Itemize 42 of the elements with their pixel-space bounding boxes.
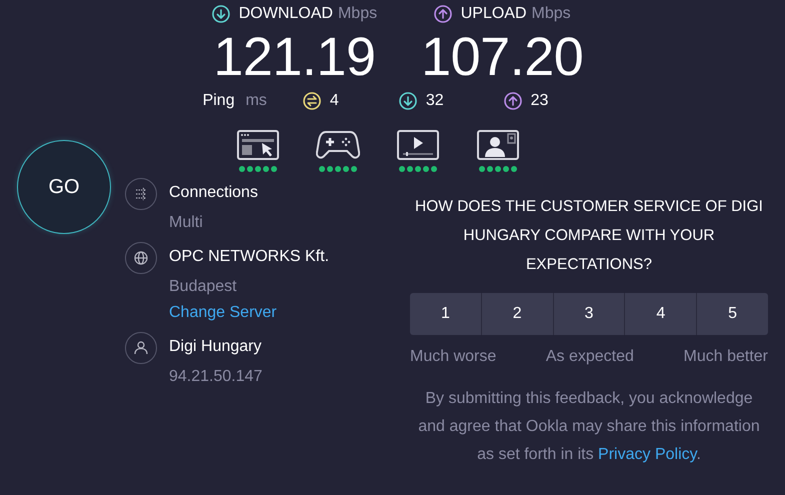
rating-option[interactable]: 4: [624, 293, 696, 335]
video-call-icon: [476, 130, 518, 160]
person-icon: [125, 332, 158, 365]
download-ping-icon: [398, 92, 417, 110]
rating-option[interactable]: 2: [480, 293, 553, 335]
survey-question: HOW DOES THE CUSTOMER SERVICE OF DIGI HUNGARY COMPARE WITH YOUR EXPECTATIONS?: [414, 197, 764, 275]
upload-ping-icon: [504, 92, 522, 110]
download-label: DOWNLOAD: [238, 5, 333, 23]
ping-value: 4: [330, 92, 339, 110]
go-button[interactable]: GO: [17, 140, 111, 234]
feedback-disclaimer: By submitting this feedback, you acknowledge and agree that Ookla may share this information as set forth in its Privacy Policy.: [417, 389, 761, 465]
scale-label: Much better: [684, 348, 768, 366]
rating-option[interactable]: 3: [552, 293, 624, 335]
privacy-policy-link[interactable]: Privacy Policy: [598, 446, 696, 463]
info-title: Digi Hungary: [169, 338, 262, 356]
rating-option[interactable]: 1: [410, 293, 481, 335]
info-subtitle: Budapest: [169, 278, 238, 296]
download-speed: 121.19: [213, 26, 376, 88]
download-icon: [212, 5, 230, 23]
arrows-icon: [125, 178, 158, 211]
ping-label: Ping: [202, 92, 235, 110]
browser-cursor-icon: [236, 130, 278, 160]
upload-label: UPLOAD: [460, 5, 527, 23]
scale-label: Much worse: [410, 348, 496, 366]
rating-option[interactable]: 5: [696, 293, 768, 335]
upload-icon: [434, 5, 452, 23]
change-server-link[interactable]: Change Server: [169, 304, 330, 322]
scale-label: As expected: [546, 348, 634, 366]
upload-unit: Mbps: [532, 5, 571, 23]
download-unit: Mbps: [338, 5, 378, 23]
video-player-icon: [396, 130, 438, 160]
ping-value: 23: [530, 92, 548, 110]
info-subtitle: 94.21.50.147: [169, 368, 262, 386]
ping-icon: [302, 92, 321, 110]
ping-value: 32: [426, 92, 444, 110]
info-subtitle: Multi: [169, 214, 204, 232]
ping-unit: ms: [246, 92, 267, 110]
upload-speed: 107.20: [421, 26, 584, 88]
info-title: OPC NETWORKS Kft.: [169, 248, 330, 266]
gamepad-icon: [316, 130, 360, 160]
globe-icon: [125, 242, 158, 275]
info-title: Connections: [169, 184, 258, 202]
